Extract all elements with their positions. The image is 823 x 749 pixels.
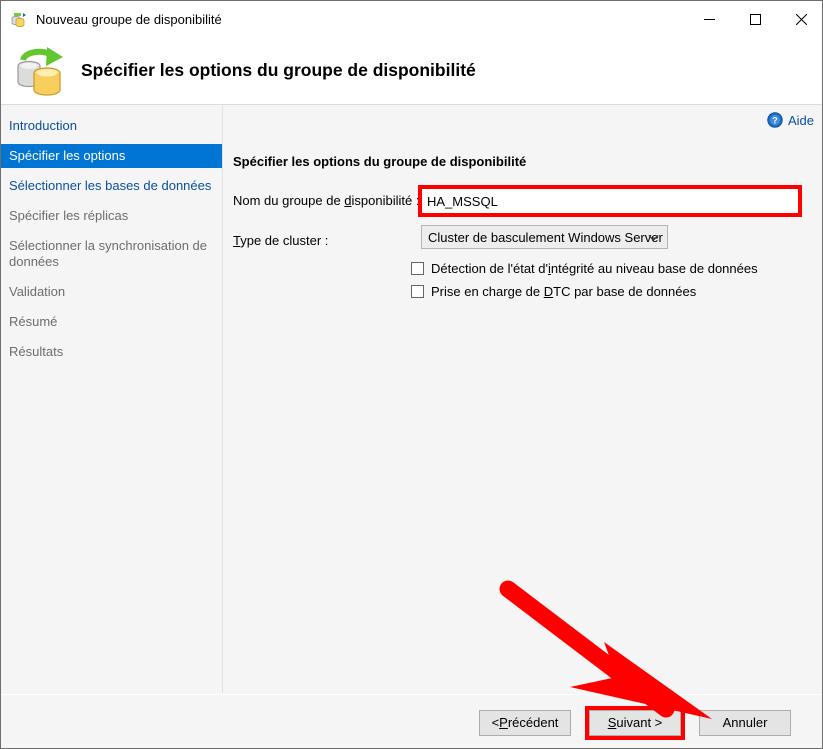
previous-before: <	[491, 715, 500, 730]
checkbox-row-health-detection[interactable]: Détection de l'état d'intégrité au nivea…	[411, 261, 758, 276]
name-label-after: isponibilité :	[351, 193, 420, 208]
database-health-detection-checkbox[interactable]	[411, 262, 424, 275]
checkbox-row-dtc-support[interactable]: Prise en charge de DTC par base de donné…	[411, 284, 758, 299]
content-pane: ? Aide Spécifier les options du groupe d…	[223, 106, 822, 693]
sidebar-item-introduction[interactable]: Introduction	[1, 114, 222, 138]
dtc-label-before: Prise en charge de	[431, 284, 544, 299]
page-title: Spécifier les options du groupe de dispo…	[81, 60, 476, 80]
previous-mnemonic: P	[499, 715, 508, 730]
availability-group-name-row: Nom du groupe de disponibilité :	[233, 185, 808, 217]
help-circle-icon: ?	[767, 112, 783, 128]
dtc-support-checkbox[interactable]	[411, 285, 424, 298]
cluster-label-after: ype de cluster :	[240, 233, 329, 248]
next-after: uivant >	[616, 715, 663, 730]
name-label-before: Nom du groupe de	[233, 193, 345, 208]
sidebar-item-select-data-synchronization[interactable]: Sélectionner la synchronisation de donné…	[1, 234, 222, 274]
sidebar-item-specify-options[interactable]: Spécifier les options	[1, 144, 222, 168]
cluster-type-selected-value: Cluster de basculement Windows Server	[428, 229, 663, 245]
previous-button[interactable]: < Précédent	[479, 709, 571, 736]
cluster-type-row: Type de cluster : Cluster de basculement…	[233, 225, 693, 255]
svg-text:?: ?	[772, 116, 778, 126]
wizard-body: Introduction Spécifier les options Sélec…	[1, 106, 822, 693]
health-label-after: ntégrité au niveau base de données	[550, 261, 758, 276]
sidebar-item-results[interactable]: Résultats	[1, 340, 222, 364]
minimize-icon[interactable]	[686, 1, 732, 37]
dtc-label-mnemonic: D	[543, 284, 554, 299]
next-button-highlight: Suivant >	[585, 705, 685, 740]
wizard-steps-sidebar: Introduction Spécifier les options Sélec…	[1, 106, 223, 693]
wizard-window: Nouveau groupe de disponibilité Spécifie…	[0, 0, 823, 749]
window-title: Nouveau groupe de disponibilité	[36, 11, 222, 27]
wizard-header: Spécifier les options du groupe de dispo…	[1, 37, 822, 105]
database-health-detection-label: Détection de l'état d'intégrité au nivea…	[431, 261, 758, 276]
availability-group-name-highlight	[418, 185, 802, 217]
close-icon[interactable]	[778, 1, 822, 37]
next-mnemonic: S	[607, 715, 617, 730]
next-button[interactable]: Suivant >	[589, 709, 681, 736]
availability-group-icon	[10, 10, 28, 28]
cancel-button[interactable]: Annuler	[699, 709, 791, 736]
availability-group-name-label: Nom du groupe de disponibilité :	[233, 193, 419, 208]
availability-group-name-input[interactable]	[422, 189, 798, 213]
database-replication-icon	[11, 44, 69, 98]
section-title: Spécifier les options du groupe de dispo…	[233, 154, 527, 169]
cluster-type-label: Type de cluster :	[233, 233, 328, 248]
wizard-footer: < Précédent Suivant > Annuler	[1, 694, 822, 748]
previous-after: récédent	[507, 715, 559, 730]
maximize-icon[interactable]	[732, 1, 778, 37]
name-label-mnemonic: d	[344, 193, 352, 208]
help-link[interactable]: ? Aide	[767, 112, 814, 128]
sidebar-item-summary[interactable]: Résumé	[1, 310, 222, 334]
cluster-type-select[interactable]: Cluster de basculement Windows Server	[421, 225, 668, 249]
options-checkbox-group: Détection de l'état d'intégrité au nivea…	[411, 261, 758, 307]
health-label-before: Détection de l'état d'	[431, 261, 548, 276]
title-bar: Nouveau groupe de disponibilité	[1, 1, 822, 37]
sidebar-item-select-databases[interactable]: Sélectionner les bases de données	[1, 174, 222, 198]
window-controls	[686, 1, 822, 37]
sidebar-item-validation[interactable]: Validation	[1, 280, 222, 304]
help-label: Aide	[787, 112, 814, 128]
sidebar-item-specify-replicas[interactable]: Spécifier les réplicas	[1, 204, 222, 228]
dtc-support-label: Prise en charge de DTC par base de donné…	[431, 284, 696, 299]
dtc-label-after: TC par base de données	[553, 284, 697, 299]
chevron-down-icon	[648, 230, 659, 245]
